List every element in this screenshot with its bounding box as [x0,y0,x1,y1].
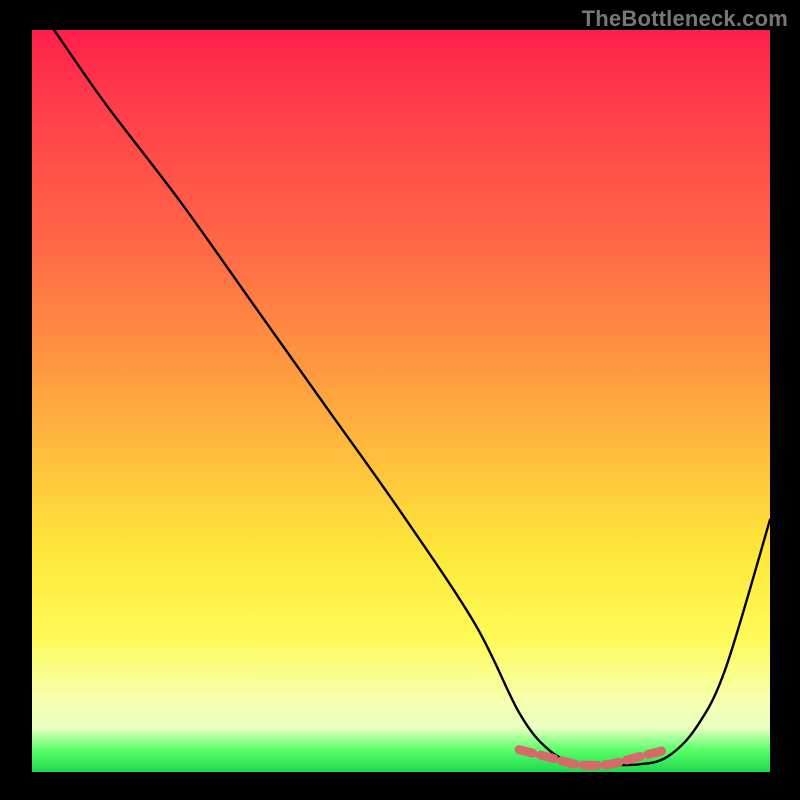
bottleneck-curve [54,30,770,766]
plot-area [32,30,770,772]
curve-svg [32,30,770,772]
chart-frame: TheBottleneck.com [0,0,800,800]
watermark-label: TheBottleneck.com [582,6,788,32]
